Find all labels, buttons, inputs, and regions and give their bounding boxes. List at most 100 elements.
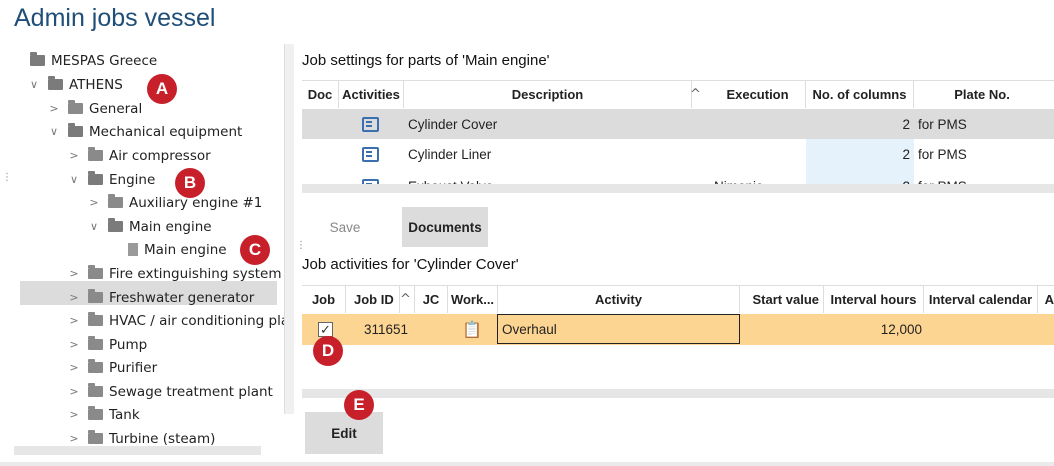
tree-item-tank[interactable]: > Tank xyxy=(68,403,140,426)
panel-splitter[interactable] xyxy=(284,44,294,414)
chevron-right-icon[interactable]: > xyxy=(88,196,100,209)
chevron-right-icon[interactable]: > xyxy=(68,432,80,445)
job-id-cell[interactable]: 311651 xyxy=(364,314,408,345)
splitter-grip-icon[interactable]: ⋮ xyxy=(296,241,306,251)
folder-open-icon xyxy=(30,52,45,66)
chevron-right-icon[interactable]: > xyxy=(68,149,80,162)
activities-icon[interactable] xyxy=(362,109,379,139)
tree-item-label: HVAC / air conditioning pla xyxy=(109,312,288,329)
sort-ascending-icon[interactable]: ^ xyxy=(690,87,701,102)
tree-item-freshwater-generator[interactable]: > Freshwater generator xyxy=(68,286,254,309)
column-header-no-of-columns[interactable]: No. of columns xyxy=(806,81,914,108)
tree-item-mespas-greece[interactable]: MESPAS Greece xyxy=(22,49,157,72)
tree-item-general[interactable]: > General xyxy=(48,97,142,120)
tree-item-label: Sewage treatment plant xyxy=(109,383,273,400)
activities-horizontal-scrollbar[interactable] xyxy=(302,389,1054,398)
marker-b: B xyxy=(175,168,205,198)
activity-cell-input[interactable]: Overhaul xyxy=(497,314,740,344)
left-drag-grip-icon[interactable]: ⋮ xyxy=(2,173,12,183)
tree-item-hvac[interactable]: > HVAC / air conditioning pla xyxy=(68,309,288,332)
tree-item-auxiliary-engine[interactable]: > Auxiliary engine #1 xyxy=(88,191,262,214)
tree-item-main-engine-folder[interactable]: ∨ Main engine xyxy=(88,215,212,238)
status-bar xyxy=(0,462,1054,466)
column-header-activities[interactable]: Activities xyxy=(339,81,404,108)
description-cell[interactable]: Exhaust Valve xyxy=(408,171,493,186)
folder-open-icon xyxy=(88,171,103,185)
chevron-right-icon[interactable]: > xyxy=(68,314,80,327)
chevron-down-icon[interactable]: ∨ xyxy=(68,173,80,186)
tree-item-main-engine[interactable]: Main engine xyxy=(124,238,227,261)
description-cell[interactable]: Cylinder Cover xyxy=(408,109,497,139)
column-header-activity[interactable]: Activity xyxy=(498,286,740,313)
column-header-jc[interactable]: JC xyxy=(414,286,448,313)
plate-no-cell[interactable]: for PMS xyxy=(918,139,967,169)
tree-item-fire-extinguishing[interactable]: > Fire extinguishing system xyxy=(68,262,281,285)
tree-item-label: Freshwater generator xyxy=(109,289,255,306)
description-cell[interactable]: Cylinder Liner xyxy=(408,139,491,169)
chevron-right-icon[interactable]: > xyxy=(68,338,80,351)
plate-no-cell[interactable]: for PMS xyxy=(918,171,967,186)
column-header-interval-calendar[interactable]: Interval calendar xyxy=(924,286,1038,313)
column-header-start-value[interactable]: Start value xyxy=(740,286,824,313)
activities-icon[interactable] xyxy=(362,171,379,185)
edit-button[interactable]: Edit xyxy=(305,412,383,454)
job-settings-title: Job settings for parts of 'Main engine' xyxy=(302,52,550,69)
save-button[interactable]: Save xyxy=(318,208,372,246)
column-header-work[interactable]: Work... xyxy=(448,286,498,313)
tree-horizontal-scrollbar[interactable] xyxy=(14,446,261,455)
no-of-columns-cell[interactable]: 2 xyxy=(806,139,914,169)
tree-item-label: Main engine xyxy=(129,218,212,235)
column-header-job-id[interactable]: Job ID xyxy=(346,286,400,313)
job-activities-grid: Job Job ID ^ JC Work... Activity Start v… xyxy=(302,285,1054,390)
column-header-interval-hours[interactable]: Interval hours xyxy=(824,286,924,313)
column-header-description[interactable]: Description xyxy=(404,81,692,108)
tree-item-label: Turbine (steam) xyxy=(109,430,216,447)
execution-cell[interactable]: Nimonic xyxy=(714,171,763,186)
tree-item-label: Engine xyxy=(109,171,156,188)
tree-item-label: Air compressor xyxy=(109,147,211,164)
folder-icon xyxy=(88,406,103,420)
chevron-right-icon[interactable]: > xyxy=(68,291,80,304)
tree-item-sewage-plant[interactable]: > Sewage treatment plant xyxy=(68,380,273,403)
tree-item-athens[interactable]: ∨ ATHENS xyxy=(28,73,123,96)
no-of-columns-cell[interactable]: 2 xyxy=(806,109,914,139)
chevron-right-icon[interactable]: > xyxy=(68,408,80,421)
folder-icon xyxy=(88,265,103,279)
work-clipboard-icon[interactable]: 📋 xyxy=(462,314,482,345)
interval-hours-cell[interactable]: 12,000 xyxy=(824,314,922,345)
column-header-a[interactable]: A xyxy=(1038,286,1054,313)
chevron-down-icon[interactable]: ∨ xyxy=(28,78,40,91)
plate-no-cell[interactable]: for PMS xyxy=(918,109,967,139)
documents-button[interactable]: Documents xyxy=(402,207,488,247)
column-header-execution[interactable]: Execution xyxy=(710,81,806,108)
chevron-right-icon[interactable]: > xyxy=(68,385,80,398)
tree-item-label: Fire extinguishing system xyxy=(109,265,282,282)
tree-item-label: General xyxy=(89,100,143,117)
folder-open-icon xyxy=(108,218,123,232)
chevron-down-icon[interactable]: ∨ xyxy=(48,125,60,138)
tree-item-label: Main engine xyxy=(144,241,227,258)
folder-icon xyxy=(88,359,103,373)
sort-ascending-icon[interactable]: ^ xyxy=(400,292,411,307)
folder-icon xyxy=(88,383,103,397)
no-of-columns-cell[interactable]: 2 xyxy=(806,171,914,186)
activities-icon[interactable] xyxy=(362,139,379,169)
chevron-right-icon[interactable]: > xyxy=(68,361,80,374)
tree-item-pump[interactable]: > Pump xyxy=(68,333,147,356)
tree-item-mechanical-equipment[interactable]: ∨ Mechanical equipment xyxy=(48,120,242,143)
tree-item-purifier[interactable]: > Purifier xyxy=(68,356,157,379)
chevron-right-icon[interactable]: > xyxy=(68,267,80,280)
chevron-right-icon[interactable]: > xyxy=(48,102,60,115)
folder-icon xyxy=(88,336,103,350)
chevron-down-icon[interactable]: ∨ xyxy=(88,220,100,233)
marker-c: C xyxy=(240,235,270,265)
folder-icon xyxy=(88,147,103,161)
column-header-job[interactable]: Job xyxy=(302,286,346,313)
settings-horizontal-scrollbar[interactable] xyxy=(302,184,1054,193)
tree-item-engine[interactable]: ∨ Engine xyxy=(68,168,155,191)
tree-item-air-compressor[interactable]: > Air compressor xyxy=(68,144,211,167)
table-row[interactable]: Exhaust Valve Nimonic 2 for PMS xyxy=(302,171,1054,185)
column-header-doc[interactable]: Doc xyxy=(302,81,339,108)
folder-icon xyxy=(88,289,103,303)
column-header-plate-no[interactable]: Plate No. xyxy=(914,81,1050,108)
